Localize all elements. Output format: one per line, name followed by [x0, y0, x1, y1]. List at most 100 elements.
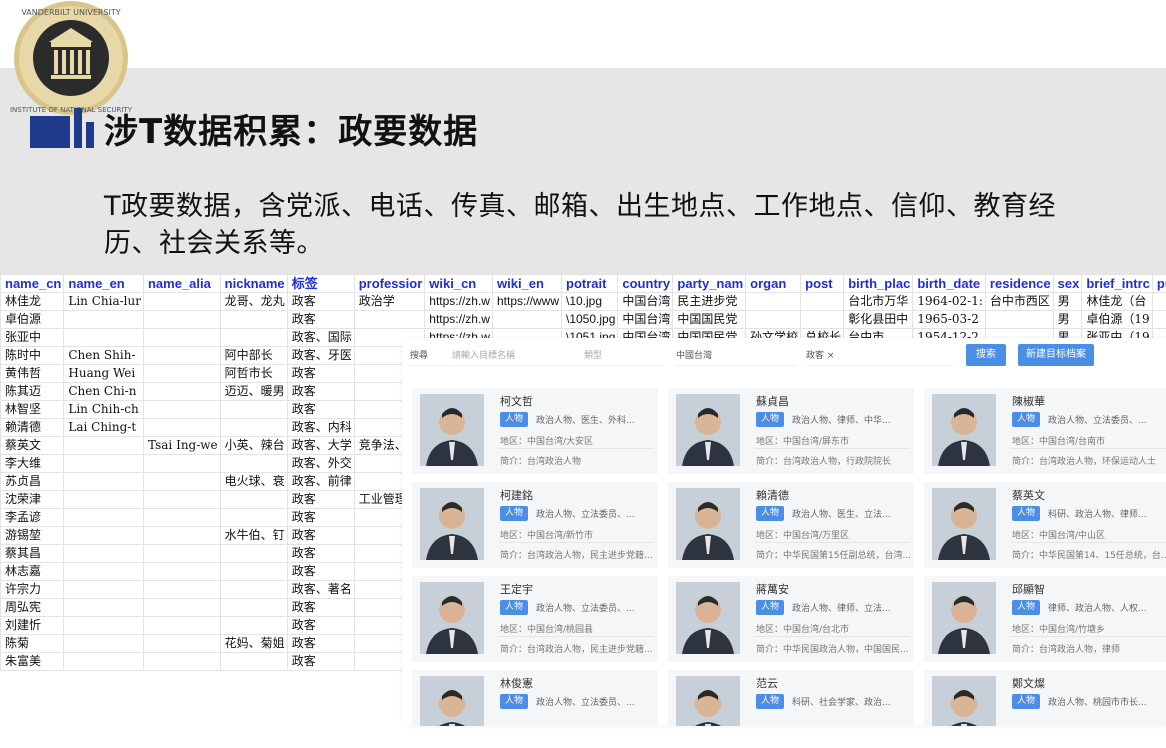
table-cell[interactable]	[219, 310, 288, 329]
table-cell[interactable]	[219, 544, 288, 563]
search-button[interactable]: 搜索	[966, 344, 1006, 366]
table-cell[interactable]	[63, 490, 144, 509]
table-cell[interactable]: 赖清德	[0, 418, 65, 437]
table-cell[interactable]: 电火球、衰	[219, 472, 288, 491]
table-cell[interactable]	[63, 472, 144, 491]
table-cell[interactable]: 政客、内科	[286, 418, 355, 437]
table-cell[interactable]: 政客	[286, 652, 355, 671]
column-header[interactable]: 标签	[286, 274, 355, 293]
table-cell[interactable]: Lin Chih-ch	[63, 400, 144, 419]
table-cell[interactable]: 彰化县田中	[843, 310, 914, 329]
table-cell[interactable]	[219, 508, 288, 527]
table-cell[interactable]: 政客	[286, 544, 355, 563]
table-cell[interactable]	[800, 292, 845, 311]
person-card[interactable]: 蘇貞昌 人物 政治人物、律师、中华... 地区：中国台湾/屏东市 简介：台湾政治人物，行…	[668, 388, 914, 474]
table-cell[interactable]: Lin Chia-lur	[63, 292, 144, 311]
person-name[interactable]: 鄭文燦	[1012, 675, 1045, 691]
table-cell[interactable]: 男	[1052, 292, 1083, 311]
person-card[interactable]: 邱顯智 人物 律师、政治人物、人权... 地区：中国台湾/竹塘乡 简介：台湾政治人物，律…	[924, 576, 1166, 662]
table-cell[interactable]	[63, 598, 144, 617]
table-cell[interactable]: 沈荣津	[0, 490, 65, 509]
table-cell[interactable]	[63, 562, 144, 581]
table-cell[interactable]	[1151, 310, 1166, 329]
table-cell[interactable]: 林智坚	[0, 400, 65, 419]
table-cell[interactable]: 政客	[286, 526, 355, 545]
column-header[interactable]: post	[800, 274, 845, 293]
table-cell[interactable]: 阿中部长	[219, 346, 288, 365]
table-cell[interactable]: 苏贞昌	[0, 472, 65, 491]
table-cell[interactable]: 中国台湾	[617, 292, 674, 311]
column-header[interactable]: brief_intrc	[1081, 274, 1153, 293]
table-cell[interactable]: 蔡英文	[0, 436, 65, 455]
table-cell[interactable]: 政客	[286, 292, 355, 311]
person-card[interactable]: 蔡英文 人物 科研、政治人物、律师... 地区：中国台湾/中山区 简介：中华民国第14、…	[924, 482, 1166, 568]
table-cell[interactable]	[800, 310, 845, 329]
table-cell[interactable]: 游锡堃	[0, 526, 65, 545]
person-card[interactable]: 鄭文燦 人物 政治人物、桃园市市长...	[924, 670, 1166, 726]
table-cell[interactable]: Chen Shih-	[63, 346, 144, 365]
person-name[interactable]: 柯建銘	[500, 487, 533, 503]
table-cell[interactable]: 林佳龙（台	[1081, 292, 1153, 311]
table-cell[interactable]	[63, 454, 144, 473]
table-cell[interactable]: 李孟谚	[0, 508, 65, 527]
table-cell[interactable]: 周弘宪	[0, 598, 65, 617]
table-cell[interactable]: 政客、外交	[286, 454, 355, 473]
table-cell[interactable]: Lai Ching-t	[63, 418, 144, 437]
table-cell[interactable]	[142, 364, 221, 383]
table-cell[interactable]: Tsai Ing-we	[142, 436, 221, 455]
table-cell[interactable]: 黄伟哲	[0, 364, 65, 383]
table-cell[interactable]	[984, 310, 1054, 329]
table-cell[interactable]: 中国台湾	[617, 310, 674, 329]
region-select[interactable]: 中國台灣	[676, 346, 796, 366]
table-cell[interactable]: 卓伯源	[0, 310, 65, 329]
table-cell[interactable]	[219, 652, 288, 671]
table-cell[interactable]	[142, 418, 221, 437]
table-cell[interactable]: 政客、大学	[286, 436, 355, 455]
table-cell[interactable]: 卓伯源（19	[1081, 310, 1153, 329]
table-cell[interactable]	[219, 616, 288, 635]
table-cell[interactable]	[63, 616, 144, 635]
table-cell[interactable]: 政客	[286, 634, 355, 653]
person-name[interactable]: 陳椒華	[1012, 393, 1045, 409]
table-cell[interactable]: 小英、辣台	[219, 436, 288, 455]
table-cell[interactable]	[219, 400, 288, 419]
table-cell[interactable]: 政客	[286, 616, 355, 635]
table-cell[interactable]	[1151, 292, 1166, 311]
table-cell[interactable]: 刘建忻	[0, 616, 65, 635]
table-cell[interactable]	[491, 310, 563, 329]
table-cell[interactable]	[63, 544, 144, 563]
table-cell[interactable]: 迈迈、暖男	[219, 382, 288, 401]
person-name[interactable]: 蔡英文	[1012, 487, 1045, 503]
table-cell[interactable]	[142, 292, 221, 311]
table-cell[interactable]	[142, 562, 221, 581]
table-cell[interactable]: 台北市万华	[843, 292, 914, 311]
column-header[interactable]: sex	[1052, 274, 1083, 293]
column-header[interactable]: nickname	[219, 274, 288, 293]
table-cell[interactable]	[63, 310, 144, 329]
table-cell[interactable]	[142, 382, 221, 401]
table-cell[interactable]	[142, 346, 221, 365]
person-card[interactable]: 王定宇 人物 政治人物、立法委员、... 地区：中国台湾/桃园县 简介：台湾政治人物，民…	[412, 576, 658, 662]
table-cell[interactable]	[63, 634, 144, 653]
new-target-button[interactable]: 新建目标档案	[1018, 344, 1094, 366]
person-name[interactable]: 邱顯智	[1012, 581, 1045, 597]
table-cell[interactable]: Chen Chi-n	[63, 382, 144, 401]
table-cell[interactable]	[142, 526, 221, 545]
person-name[interactable]: 林俊憲	[500, 675, 533, 691]
column-header[interactable]: party_nam	[672, 274, 747, 293]
table-cell[interactable]: \1050.jpg	[560, 310, 619, 329]
table-cell[interactable]	[142, 328, 221, 347]
table-cell[interactable]: https://www	[491, 292, 563, 311]
table-cell[interactable]: 陈其迈	[0, 382, 65, 401]
table-cell[interactable]	[745, 292, 802, 311]
table-cell[interactable]	[219, 562, 288, 581]
table-cell[interactable]	[142, 472, 221, 491]
table-cell[interactable]: 龙哥、龙丸	[219, 292, 288, 311]
table-cell[interactable]: 陈时中	[0, 346, 65, 365]
table-cell[interactable]	[142, 310, 221, 329]
person-card[interactable]: 賴清德 人物 政治人物、医生、立法... 地区：中国台湾/万里区 简介：中华民国第15任…	[668, 482, 914, 568]
table-cell[interactable]: 张亚中	[0, 328, 65, 347]
table-cell[interactable]	[142, 598, 221, 617]
person-card[interactable]: 柯建銘 人物 政治人物、立法委员、... 地区：中国台湾/新竹市 简介：台湾政治人物，民…	[412, 482, 658, 568]
table-cell[interactable]: 政客	[286, 490, 355, 509]
